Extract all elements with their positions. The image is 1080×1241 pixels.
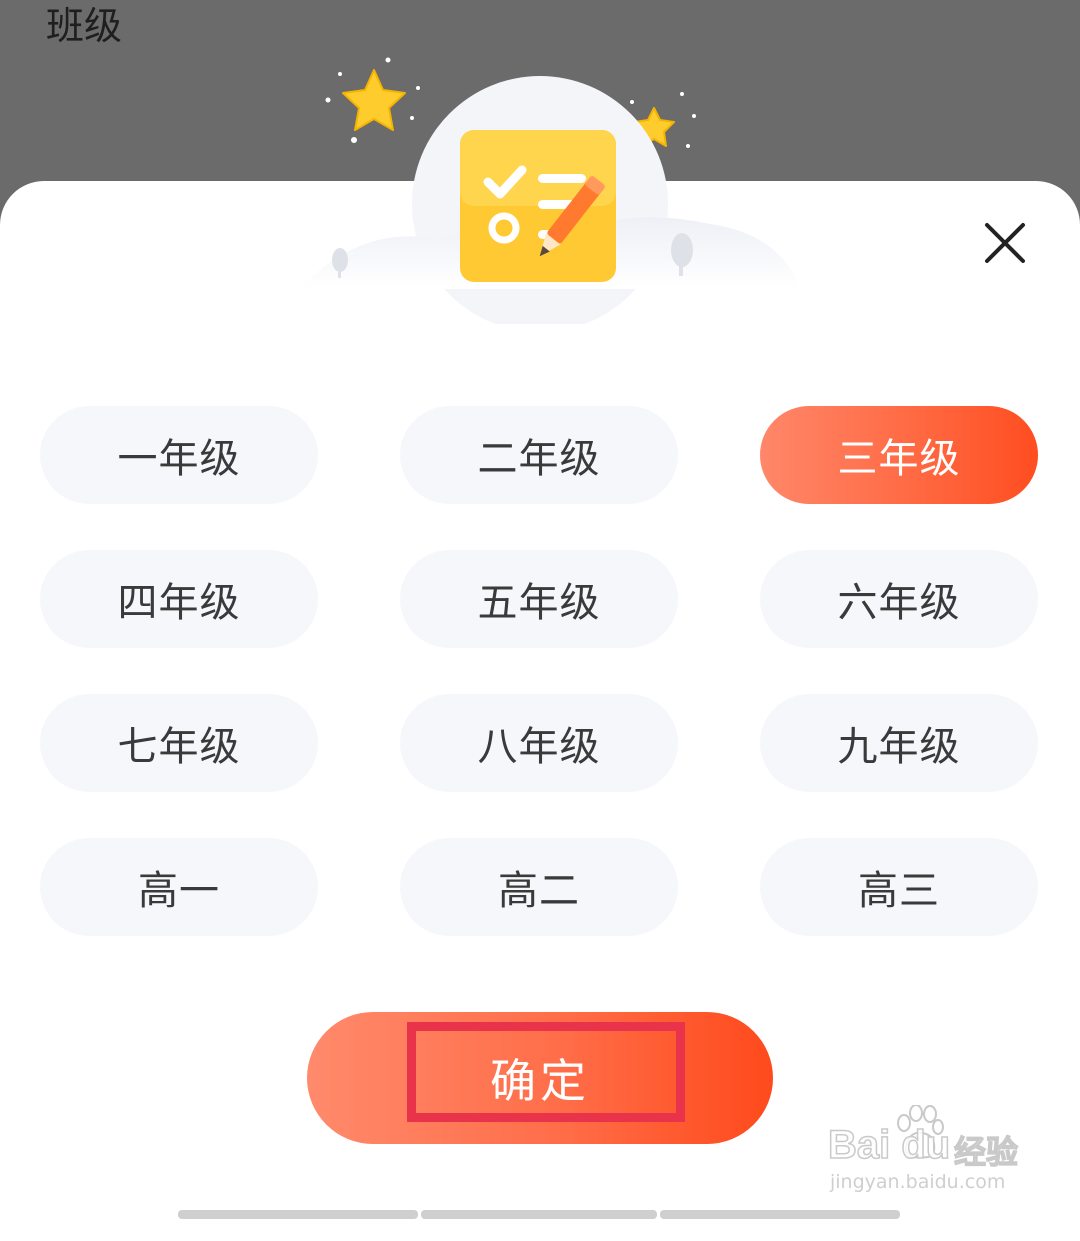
grade-option-label: 五年级	[477, 580, 601, 626]
grade-option-2[interactable]: 二年级	[400, 406, 678, 504]
home-indicator-segment	[178, 1210, 418, 1219]
grade-option-label: 一年级	[117, 436, 241, 482]
grade-option-12[interactable]: 高三	[760, 838, 1038, 936]
grade-option-1[interactable]: 一年级	[40, 406, 318, 504]
grade-option-label: 七年级	[117, 724, 241, 770]
grade-option-label: 二年级	[477, 436, 601, 482]
home-indicator-segment	[421, 1210, 657, 1219]
grade-option-label: 四年级	[117, 580, 241, 626]
grade-option-label: 三年级	[837, 436, 961, 482]
checklist-pencil-icon	[460, 130, 616, 282]
grade-option-7[interactable]: 七年级	[40, 694, 318, 792]
grade-option-11[interactable]: 高二	[400, 838, 678, 936]
watermark-brand: Bai du	[827, 1122, 951, 1168]
grade-option-6[interactable]: 六年级	[760, 550, 1038, 648]
grade-option-label: 六年级	[837, 580, 961, 626]
grade-option-8[interactable]: 八年级	[400, 694, 678, 792]
grade-option-label: 九年级	[837, 724, 961, 770]
grade-option-10[interactable]: 高一	[40, 838, 318, 936]
grade-option-label: 高三	[858, 868, 940, 914]
grade-option-label: 高二	[498, 868, 580, 914]
home-indicator-segment	[660, 1210, 900, 1219]
confirm-button-label: 确定	[490, 1054, 590, 1108]
watermark-suffix: 经验	[953, 1132, 1019, 1171]
grade-option-label: 高一	[138, 868, 220, 914]
grade-option-label: 八年级	[477, 724, 601, 770]
close-button[interactable]	[976, 214, 1034, 272]
grade-option-3[interactable]: 三年级	[760, 406, 1038, 504]
watermark-url: jingyan.baidu.com	[830, 1171, 1006, 1193]
close-icon	[985, 223, 1025, 263]
watermark: Bai du 经验 jingyan.baidu.com	[827, 1105, 1028, 1195]
grade-option-5[interactable]: 五年级	[400, 550, 678, 648]
backdrop-page-title: 班级	[46, 4, 123, 48]
grade-option-4[interactable]: 四年级	[40, 550, 318, 648]
grade-option-9[interactable]: 九年级	[760, 694, 1038, 792]
